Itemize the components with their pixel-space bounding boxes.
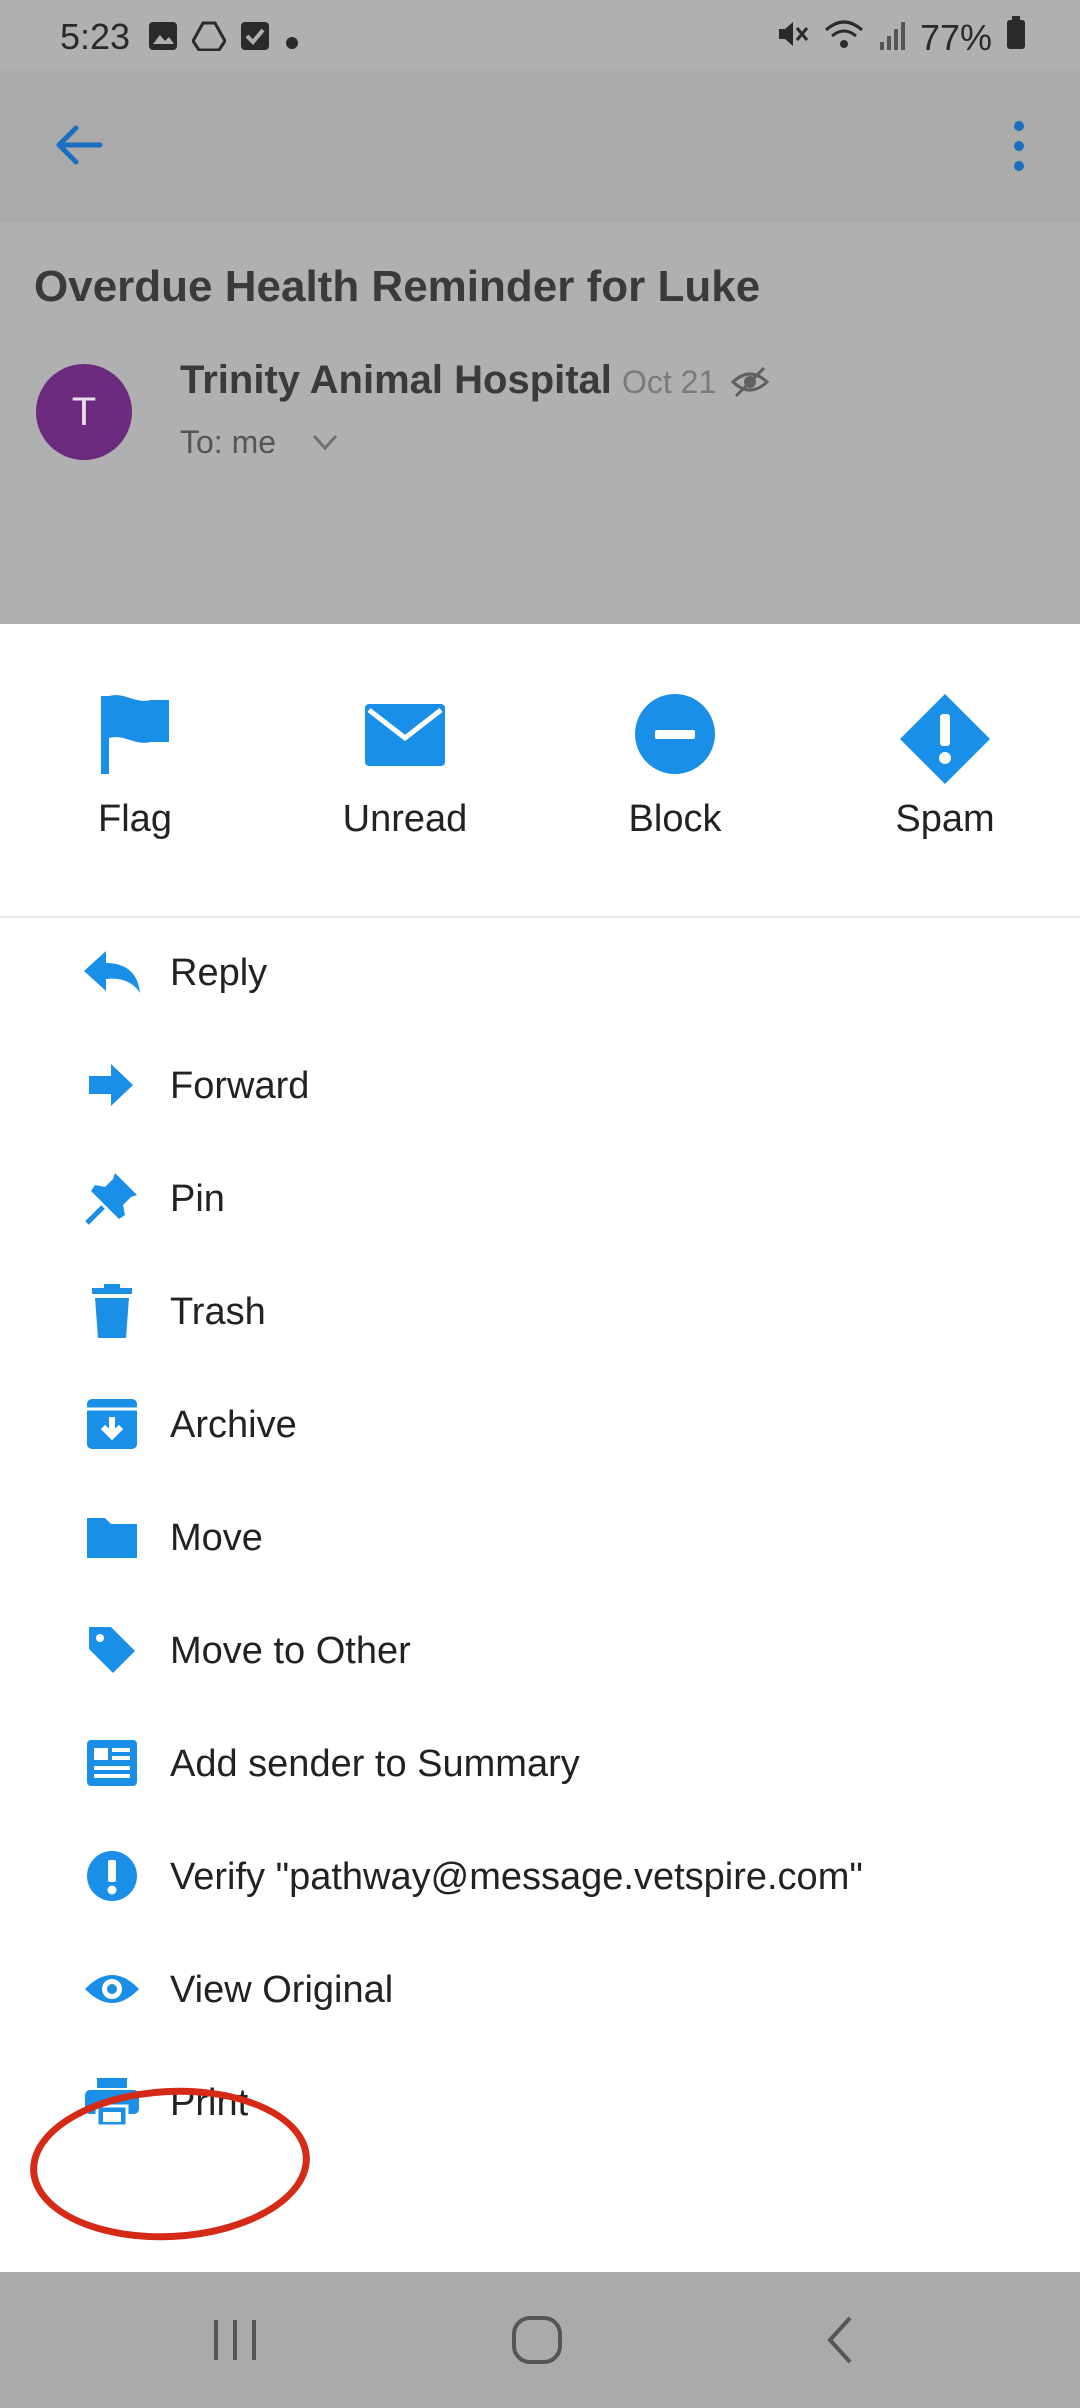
envelope-icon [365, 704, 445, 766]
block-action[interactable]: Block [575, 692, 775, 841]
menu-label: Verify "pathway@message.vetspire.com" [170, 1856, 863, 1898]
flag-icon [101, 695, 169, 774]
menu-label: View Original [170, 1969, 394, 2011]
menu-item-verify[interactable]: Verify "pathway@message.vetspire.com" [0, 1820, 1080, 1933]
block-label: Block [628, 798, 722, 840]
alert-icon [80, 1848, 144, 1904]
drive-icon [191, 18, 227, 60]
battery-text: 77% [919, 16, 992, 58]
actions-sheet: Flag Unread Block Spam Reply Forward Pin [0, 624, 1080, 2272]
flag-action[interactable]: Flag [35, 692, 235, 841]
newspaper-icon [80, 1735, 144, 1791]
eye-icon [80, 1961, 144, 2017]
avatar[interactable]: T [36, 364, 132, 460]
trash-icon [80, 1283, 144, 1339]
spam-action[interactable]: Spam [845, 692, 1045, 841]
home-icon [512, 2316, 562, 2364]
email-date: Oct 21 [622, 364, 717, 400]
menu-item-trash[interactable]: Trash [0, 1255, 1080, 1368]
menu-item-forward[interactable]: Forward [0, 1029, 1080, 1142]
sender-name[interactable]: Trinity Animal Hospital [180, 358, 612, 403]
wifi-icon [824, 17, 864, 59]
chevron-down-icon[interactable] [310, 430, 340, 454]
spam-label: Spam [895, 798, 995, 840]
recipient-label: To: me [180, 424, 277, 460]
menu-item-pin[interactable]: Pin [0, 1142, 1080, 1255]
back-nav-button[interactable] [806, 2310, 876, 2370]
unread-action[interactable]: Unread [305, 692, 505, 841]
archive-icon [80, 1396, 144, 1452]
folder-icon [80, 1509, 144, 1565]
menu-item-reply[interactable]: Reply [0, 916, 1080, 1029]
forward-icon [80, 1057, 144, 1113]
flag-label: Flag [98, 798, 172, 840]
menu-label: Move [170, 1517, 263, 1559]
system-nav-bar [0, 2272, 1080, 2408]
more-options-button[interactable] [1004, 116, 1034, 176]
tag-icon [80, 1622, 144, 1678]
menu-label: Reply [170, 952, 268, 994]
block-icon [635, 694, 715, 774]
quick-actions: Flag Unread Block Spam [0, 624, 1080, 918]
gallery-icon [148, 18, 178, 60]
menu-label: Add sender to Summary [170, 1743, 580, 1785]
recent-apps-button[interactable] [200, 2310, 270, 2370]
menu-item-move[interactable]: Move [0, 1481, 1080, 1594]
kebab-icon [1014, 121, 1024, 171]
menu-label: Archive [170, 1404, 297, 1446]
checkbox-icon [240, 18, 270, 60]
email-toolbar [0, 72, 1080, 222]
home-button[interactable] [502, 2310, 572, 2370]
recents-icon [214, 2320, 256, 2360]
email-header: Overdue Health Reminder for Luke T Trini… [0, 222, 1080, 624]
eye-off-icon [730, 362, 770, 402]
reply-icon [80, 944, 144, 1000]
menu-label: Trash [170, 1291, 266, 1333]
email-subject: Overdue Health Reminder for Luke [34, 262, 761, 311]
battery-icon [1006, 16, 1026, 59]
signal-icon [878, 17, 906, 59]
chevron-left-icon [827, 2316, 852, 2364]
back-button[interactable] [50, 120, 110, 170]
status-bar: 5:23 77% [0, 0, 1080, 72]
menu-label: Pin [170, 1178, 225, 1220]
pin-icon [80, 1170, 144, 1226]
spam-icon [900, 694, 990, 784]
mute-icon [776, 17, 810, 59]
dot-icon [284, 18, 300, 60]
menu-item-add-sender-summary[interactable]: Add sender to Summary [0, 1707, 1080, 1820]
menu-item-view-original[interactable]: View Original [0, 1933, 1080, 2046]
unread-label: Unread [342, 798, 468, 840]
status-time: 5:23 [60, 16, 131, 57]
menu-label: Move to Other [170, 1630, 411, 1672]
menu-item-archive[interactable]: Archive [0, 1368, 1080, 1481]
menu-item-move-to-other[interactable]: Move to Other [0, 1594, 1080, 1707]
menu-label: Forward [170, 1065, 310, 1107]
arrow-left-icon [56, 125, 103, 165]
